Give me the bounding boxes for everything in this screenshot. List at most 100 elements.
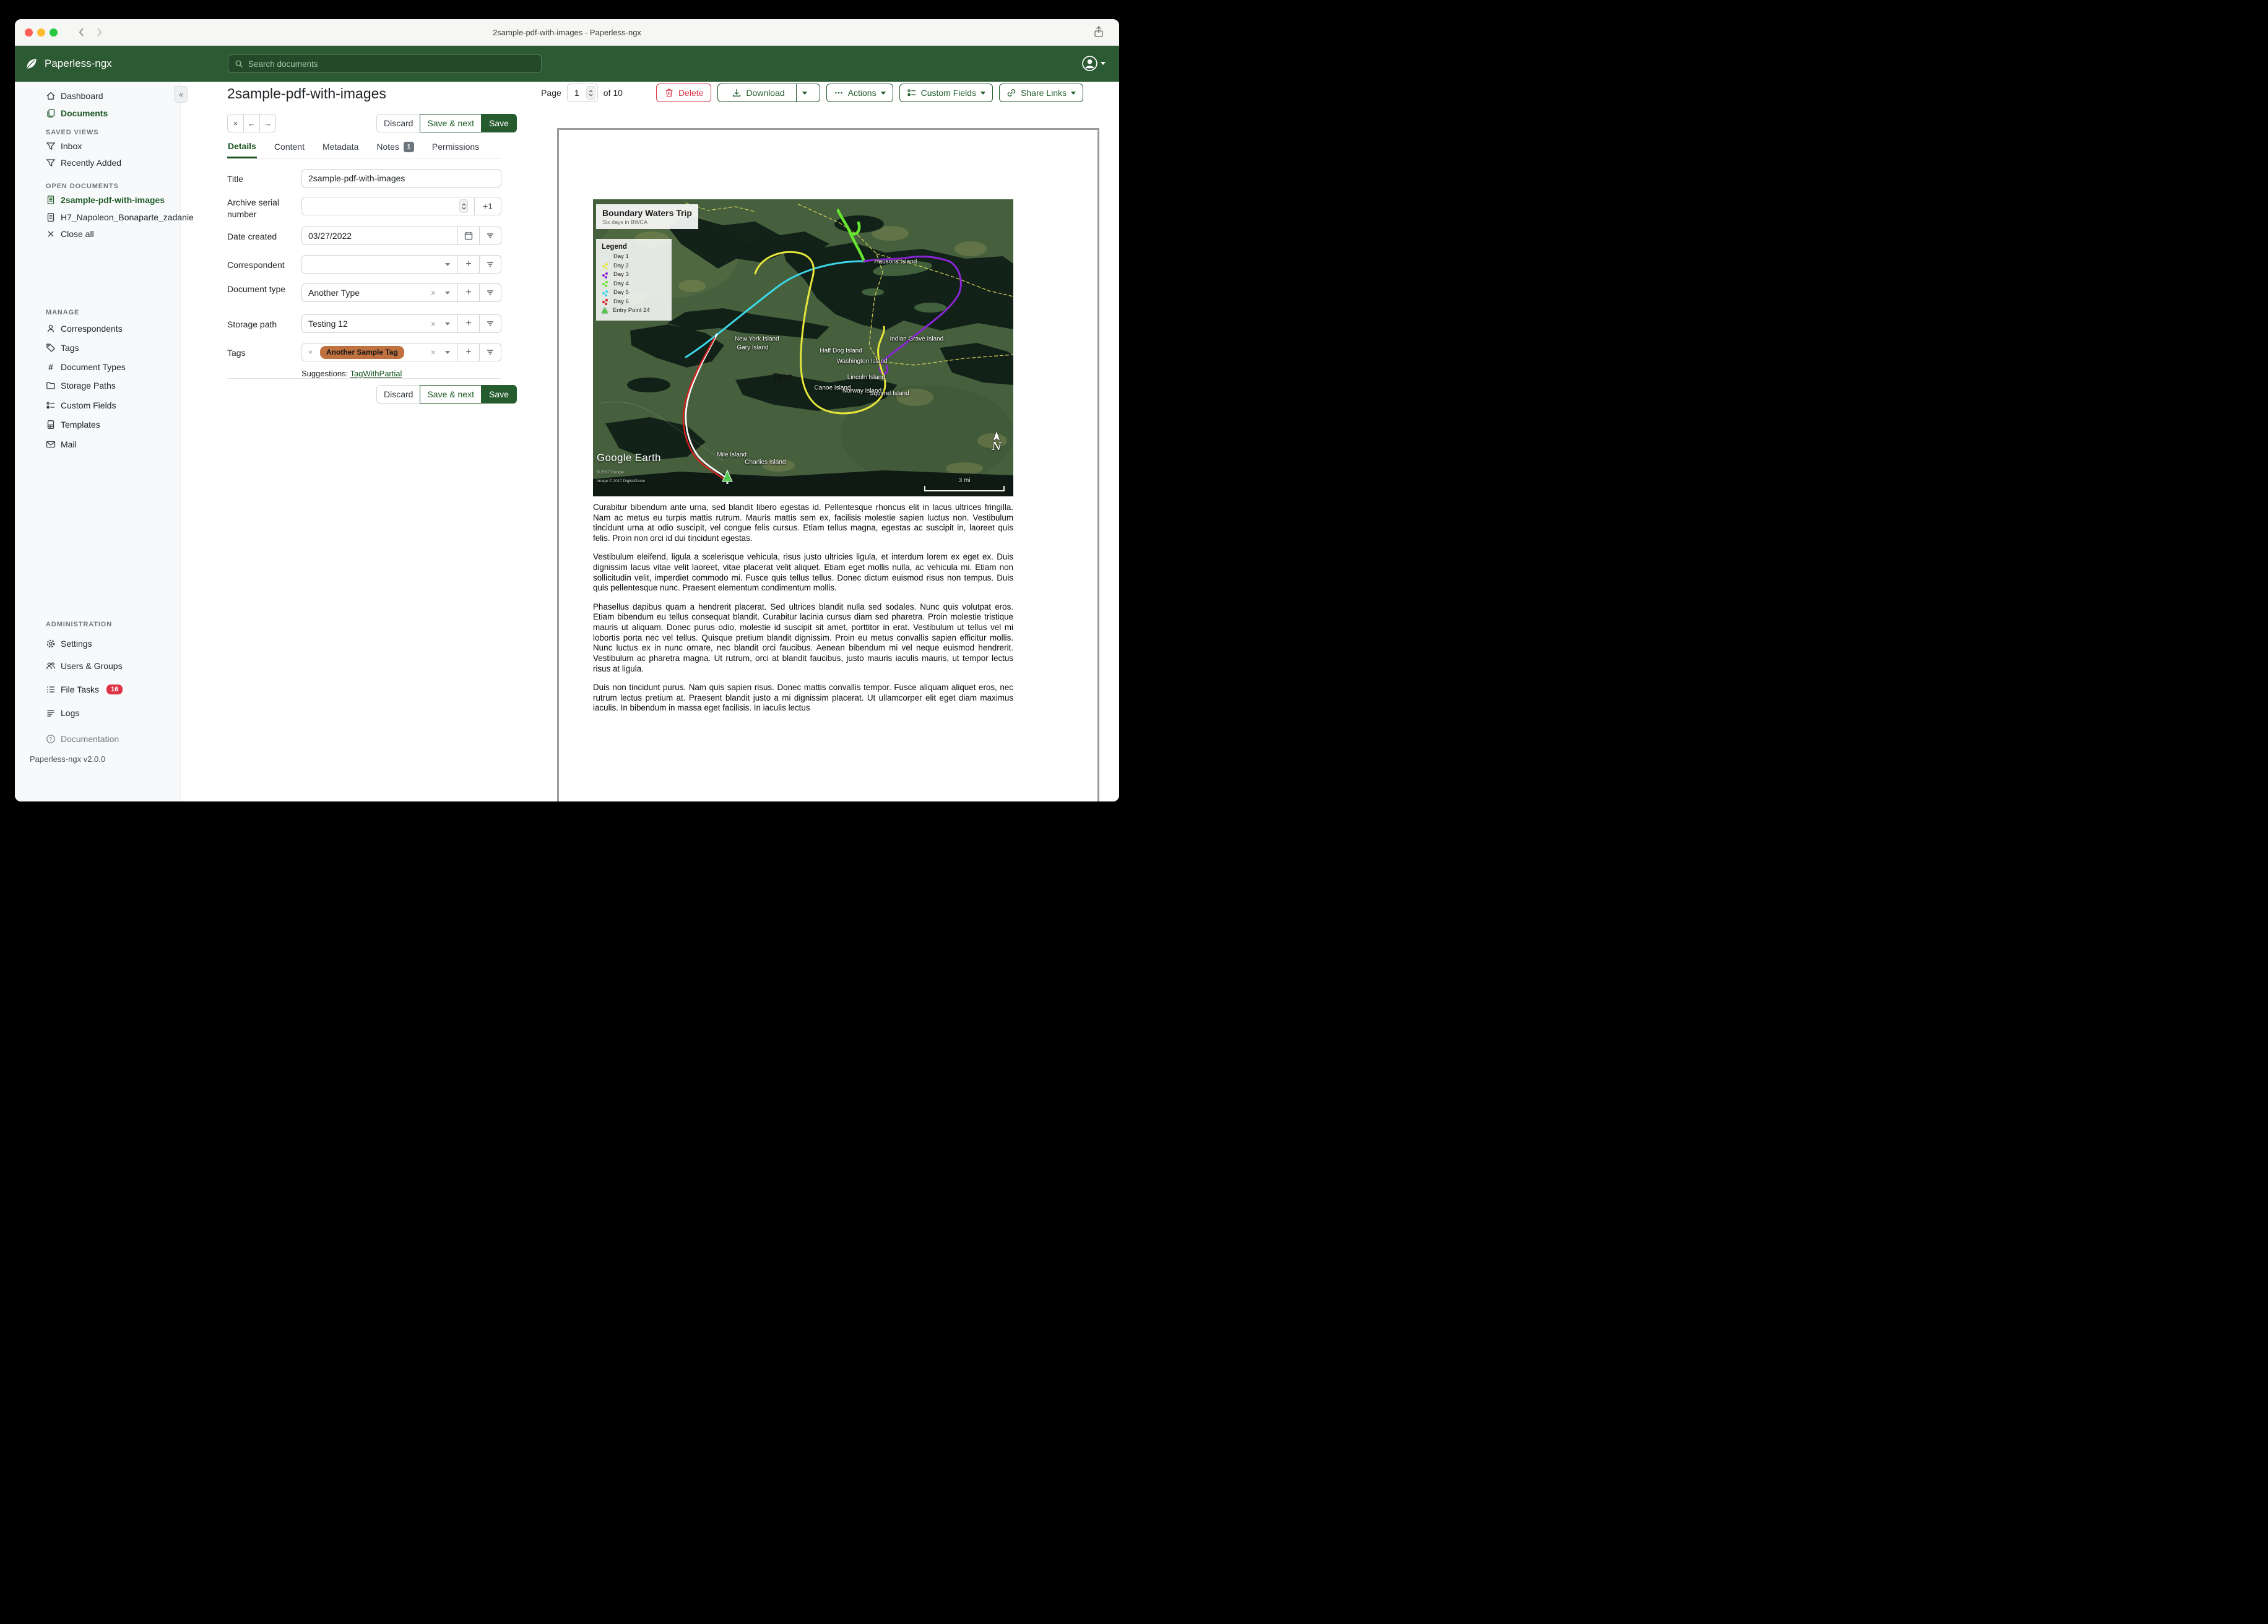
app-brand[interactable]: Paperless-ngx xyxy=(25,46,112,82)
document-type-add-button[interactable]: + xyxy=(457,283,480,302)
calendar-button[interactable] xyxy=(457,227,480,245)
sidebar-item-storage-paths[interactable]: Storage Paths xyxy=(15,377,180,394)
tab-metadata[interactable]: Metadata xyxy=(322,141,359,158)
document-type-filter-button[interactable] xyxy=(479,283,501,302)
clear-icon[interactable]: × xyxy=(431,319,441,329)
share-links-button[interactable]: Share Links xyxy=(999,84,1083,102)
storage-path-label: Storage path xyxy=(227,319,277,329)
custom-fields-icon xyxy=(46,402,54,409)
tab-content[interactable]: Content xyxy=(274,141,305,158)
sidebar-item-dashboard[interactable]: Dashboard xyxy=(15,87,180,105)
close-document-button[interactable]: × xyxy=(227,114,244,132)
island-label: Squirrel Island xyxy=(869,390,909,397)
sidebar-item-mail[interactable]: Mail xyxy=(15,436,180,453)
delete-button[interactable]: Delete xyxy=(656,84,712,102)
clear-icon[interactable]: × xyxy=(431,347,441,357)
sidebar-item-correspondents[interactable]: Correspondents xyxy=(15,320,180,337)
google-earth-logo: Google Earth xyxy=(597,452,661,464)
sidebar-section-administration: ADMINISTRATION xyxy=(46,621,113,628)
sidebar-section-open-documents: OPEN DOCUMENTS xyxy=(46,183,119,190)
page-number-input[interactable]: 1 xyxy=(566,84,598,102)
save-next-button[interactable]: Save & next xyxy=(420,114,482,132)
sidebar-item-file-tasks[interactable]: File Tasks 16 xyxy=(15,681,180,698)
page-stepper[interactable] xyxy=(586,86,595,100)
day5-swatch xyxy=(602,290,608,296)
tags-field: × Another Sample Tag × + xyxy=(301,343,501,361)
search-bar[interactable] xyxy=(228,54,542,73)
tab-permissions[interactable]: Permissions xyxy=(431,141,480,158)
download-button[interactable]: Download xyxy=(717,84,820,102)
sidebar-item-logs[interactable]: Logs xyxy=(15,704,180,722)
sidebar-item-settings[interactable]: Settings xyxy=(15,635,180,652)
sidebar-item-custom-fields[interactable]: Custom Fields xyxy=(15,397,180,414)
tags-add-button[interactable]: + xyxy=(457,343,480,361)
sidebar-item-close-all[interactable]: Close all xyxy=(15,225,180,243)
sidebar-item-open-doc-2[interactable]: H7_Napoleon_Bonaparte_zadanie xyxy=(15,209,194,226)
share-icon[interactable] xyxy=(1092,25,1106,39)
correspondent-select[interactable] xyxy=(301,255,458,274)
sidebar-item-users-groups[interactable]: Users & Groups xyxy=(15,657,180,675)
save-button[interactable]: Save xyxy=(480,114,517,132)
tag-suggestion-link[interactable]: TagWithPartial xyxy=(350,369,402,378)
tags-select[interactable]: × Another Sample Tag × xyxy=(301,343,458,361)
save-next-button[interactable]: Save & next xyxy=(420,385,482,404)
asn-plus-one-button[interactable]: +1 xyxy=(474,197,501,215)
sidebar-collapse-button[interactable]: « xyxy=(174,86,188,103)
sidebar-item-documentation[interactable]: ? Documentation xyxy=(15,730,180,748)
storage-path-filter-button[interactable] xyxy=(479,314,501,333)
tag-chip[interactable]: Another Sample Tag xyxy=(320,345,404,359)
storage-path-field: Testing 12 × + xyxy=(301,314,501,333)
sidebar-item-documents[interactable]: Documents xyxy=(15,105,180,122)
custom-fields-button[interactable]: Custom Fields xyxy=(899,84,993,102)
sidebar-item-recently-added[interactable]: Recently Added xyxy=(15,154,180,171)
island-label: Lincoln Island xyxy=(847,374,885,381)
document-toolbar: Page 1 of 10 Delete Download Actions Cus… xyxy=(541,84,1083,102)
tags-filter-button[interactable] xyxy=(479,343,501,361)
title-field xyxy=(301,169,501,188)
remove-tag-icon[interactable]: × xyxy=(308,348,313,356)
asn-field: +1 xyxy=(301,197,501,215)
document-type-label: Document type xyxy=(227,284,286,294)
discard-button[interactable]: Discard xyxy=(376,385,421,404)
paragraph: Vestibulum eleifend, ligula a scelerisqu… xyxy=(593,552,1013,593)
sidebar-item-inbox[interactable]: Inbox xyxy=(15,137,180,155)
north-arrow: N xyxy=(987,431,1006,452)
asn-input[interactable] xyxy=(308,201,456,211)
document-type-select[interactable]: Another Type × xyxy=(301,283,458,302)
search-input[interactable] xyxy=(248,59,535,69)
next-document-button[interactable]: → xyxy=(259,114,276,132)
storage-path-add-button[interactable]: + xyxy=(457,314,480,333)
previous-document-button[interactable]: ← xyxy=(243,114,260,132)
sidebar-item-document-types[interactable]: # Document Types xyxy=(15,358,180,376)
map-attribution-1: © 2017 Google xyxy=(597,470,624,475)
discard-button[interactable]: Discard xyxy=(376,114,421,132)
tag-icon xyxy=(46,343,55,352)
island-label: Hausons Island xyxy=(874,258,917,266)
sidebar-item-open-doc-1[interactable]: 2sample-pdf-with-images xyxy=(15,191,180,209)
day1-swatch xyxy=(602,254,608,260)
clear-icon[interactable]: × xyxy=(431,288,441,298)
sidebar-item-templates[interactable]: Templates xyxy=(15,416,180,433)
correspondent-add-button[interactable]: + xyxy=(457,255,480,274)
filter-icon xyxy=(487,321,493,326)
date-created-input[interactable] xyxy=(308,231,451,241)
save-button[interactable]: Save xyxy=(480,385,517,404)
user-menu[interactable] xyxy=(1081,55,1106,72)
chevron-down-icon xyxy=(445,291,450,295)
actions-button[interactable]: Actions xyxy=(826,84,893,102)
download-options-button[interactable] xyxy=(795,84,813,102)
tab-notes[interactable]: Notes 1 xyxy=(376,141,415,158)
main-content: Page 1 of 10 Delete Download Actions Cus… xyxy=(181,82,1119,801)
date-filter-button[interactable] xyxy=(479,227,501,245)
legend-item: Day 5 xyxy=(602,289,666,296)
sidebar-item-tags[interactable]: Tags xyxy=(15,339,180,356)
document-title-heading: 2sample-pdf-with-images xyxy=(227,85,386,102)
title-input[interactable] xyxy=(308,173,495,183)
correspondent-filter-button[interactable] xyxy=(479,255,501,274)
filter-icon xyxy=(487,290,493,295)
storage-path-select[interactable]: Testing 12 × xyxy=(301,314,458,333)
legend-item: Day 4 xyxy=(602,280,666,287)
tab-details[interactable]: Details xyxy=(227,141,257,158)
pdf-preview-pane[interactable]: Boundary Waters Trip Six days in BWCA Le… xyxy=(557,128,1099,801)
asn-stepper[interactable] xyxy=(459,199,468,213)
